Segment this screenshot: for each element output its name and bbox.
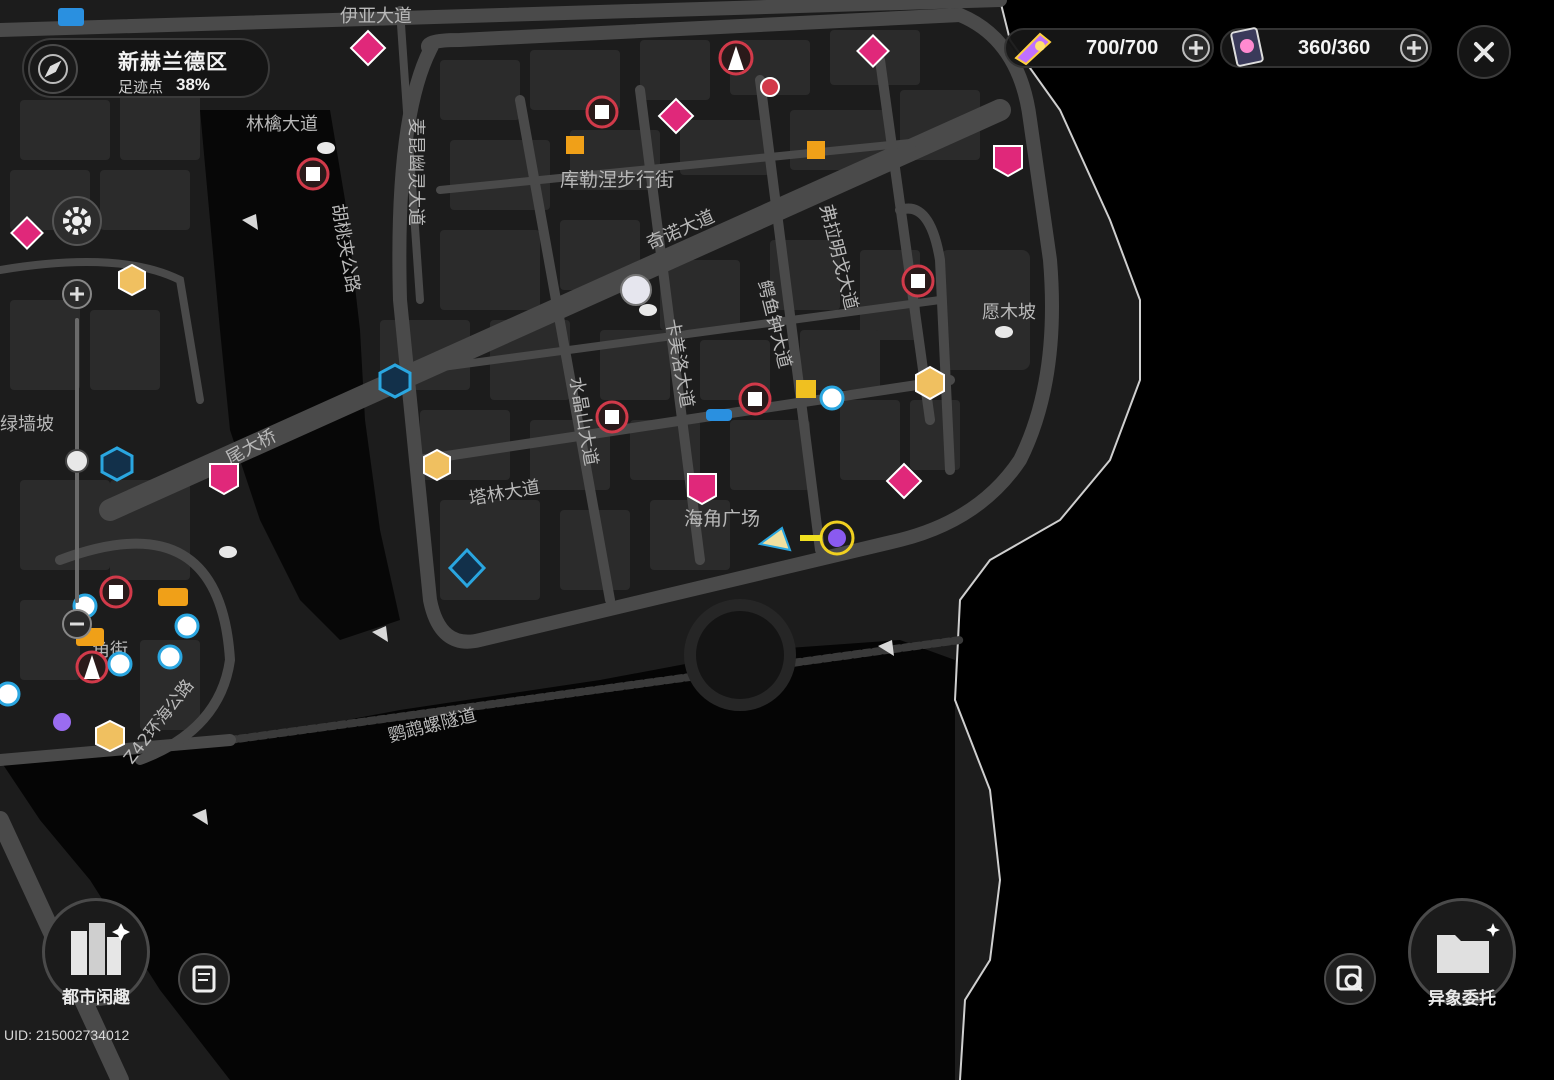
battery-value: 700/700 bbox=[1086, 37, 1159, 59]
blue-hex-marker[interactable] bbox=[378, 363, 412, 399]
blue-vehicle-marker[interactable] bbox=[58, 8, 84, 26]
card-icon bbox=[1226, 26, 1268, 75]
minus-icon bbox=[70, 622, 84, 626]
zoom-in-button[interactable] bbox=[62, 279, 92, 309]
road-haijiao: 海角广场 bbox=[684, 508, 760, 530]
close-button[interactable] bbox=[1457, 25, 1511, 79]
footprint-label: 足迹点 bbox=[118, 79, 164, 96]
card-value: 360/360 bbox=[1298, 37, 1371, 59]
compass-icon[interactable] bbox=[28, 44, 78, 94]
red-small-marker[interactable] bbox=[760, 77, 780, 97]
blue-hex-marker[interactable] bbox=[100, 446, 134, 482]
road-yiya: 伊亚大道 bbox=[340, 6, 412, 27]
pink-flag-marker[interactable] bbox=[993, 145, 1023, 178]
orange-building-marker[interactable] bbox=[158, 588, 188, 606]
red-shop-marker[interactable] bbox=[296, 157, 330, 191]
orange-building-marker[interactable] bbox=[566, 136, 584, 154]
city-fun-label: 都市闲趣 bbox=[62, 988, 130, 1007]
blue-exclaim-marker[interactable] bbox=[157, 644, 183, 670]
settings-button[interactable] bbox=[52, 196, 102, 246]
orange-building-marker[interactable] bbox=[807, 141, 825, 159]
region-panel[interactable]: 新赫兰德区 足迹点 38% bbox=[22, 38, 270, 98]
blue-exclaim-marker[interactable] bbox=[819, 385, 845, 411]
purple-npc-marker[interactable] bbox=[53, 713, 71, 731]
pink-flag-marker[interactable] bbox=[209, 463, 239, 496]
battery-icon bbox=[1010, 28, 1056, 73]
pink-flag-marker[interactable] bbox=[687, 473, 717, 506]
road-maikun: 麦昆幽灵大道 bbox=[405, 118, 426, 226]
orange-hex-marker[interactable] bbox=[118, 263, 146, 297]
add-card-button[interactable] bbox=[1400, 34, 1428, 62]
add-battery-button[interactable] bbox=[1182, 34, 1210, 62]
zoom-out-button[interactable] bbox=[62, 609, 92, 639]
red-tower-marker[interactable] bbox=[718, 40, 754, 76]
footprint-value: 38% bbox=[176, 75, 211, 94]
red-shop-marker[interactable] bbox=[99, 575, 133, 609]
anomaly-commission-label: 异象委托 bbox=[1428, 989, 1496, 1008]
red-shop-marker[interactable] bbox=[901, 264, 935, 298]
close-icon bbox=[1474, 42, 1494, 62]
plaza-ring bbox=[684, 599, 796, 711]
yellow-gate-marker[interactable] bbox=[796, 380, 816, 398]
blue-exclaim-marker[interactable] bbox=[174, 613, 200, 639]
red-shop-marker[interactable] bbox=[585, 95, 619, 129]
road-yuanmu: 愿木坡 bbox=[982, 302, 1036, 323]
uid-label: UID: 215002734012 bbox=[4, 1027, 130, 1043]
card-resource: 360/360 bbox=[1220, 27, 1432, 68]
blue-exclaim-marker[interactable] bbox=[0, 681, 21, 707]
road-kule: 库勒涅步行街 bbox=[560, 169, 674, 191]
blue-car-marker[interactable] bbox=[706, 409, 732, 421]
character-portrait-marker[interactable] bbox=[620, 274, 652, 306]
zoom-slider-handle[interactable] bbox=[65, 449, 89, 473]
city-map[interactable]: 伊亚大道 林檎大道 库勒涅步行街 愿木坡 海角广场 绿墙坡 角街 奇诺大道 塔林… bbox=[0, 0, 1554, 1080]
notes-button[interactable] bbox=[178, 953, 230, 1005]
blue-exclaim-marker[interactable] bbox=[107, 651, 133, 677]
map-search-icon bbox=[1336, 965, 1364, 993]
gear-icon bbox=[63, 207, 91, 235]
orange-hex-marker[interactable] bbox=[95, 719, 125, 753]
battery-resource: 700/700 bbox=[1004, 28, 1214, 68]
road-linqin: 林檎大道 bbox=[246, 114, 318, 135]
road-lvqiang: 绿墙坡 bbox=[0, 414, 54, 435]
red-shop-marker[interactable] bbox=[595, 400, 629, 434]
notepad-icon bbox=[192, 965, 216, 993]
region-name: 新赫兰德区 bbox=[118, 51, 228, 74]
plus-icon bbox=[70, 287, 84, 301]
orange-hex-marker[interactable] bbox=[915, 365, 945, 401]
red-shop-marker[interactable] bbox=[738, 382, 772, 416]
map-search-button[interactable] bbox=[1324, 953, 1376, 1005]
orange-hex-marker[interactable] bbox=[423, 448, 451, 482]
red-tower-marker[interactable] bbox=[75, 650, 109, 684]
